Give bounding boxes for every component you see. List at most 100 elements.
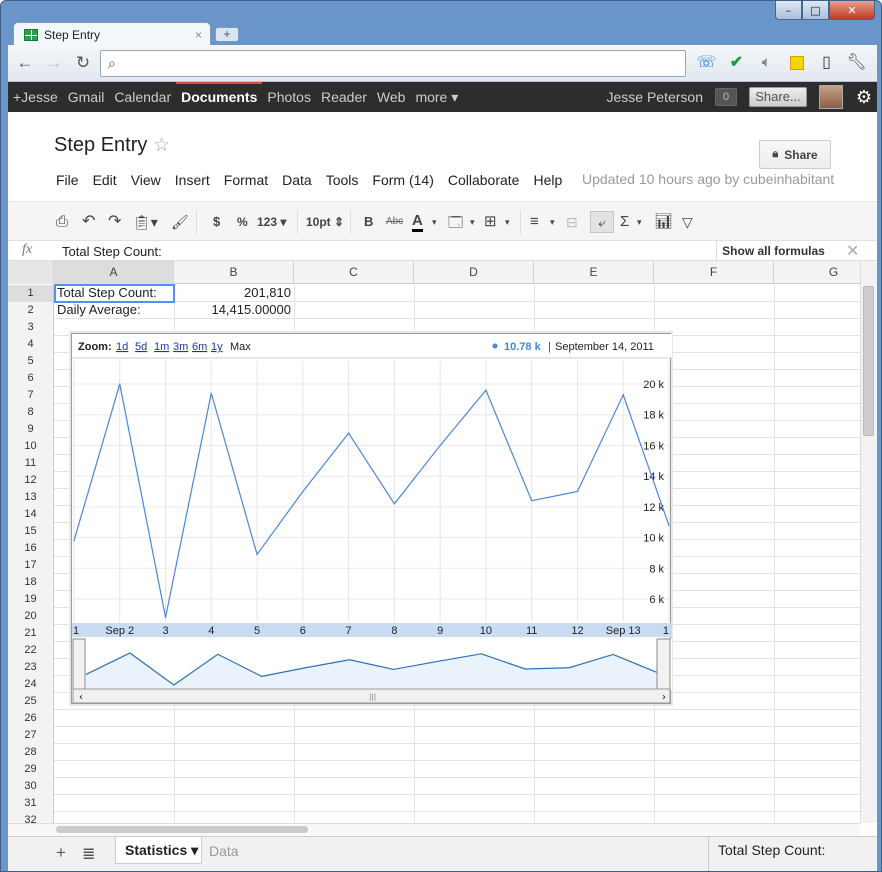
row-number[interactable]: 23	[8, 659, 54, 676]
note-extension-icon[interactable]	[785, 52, 808, 74]
row-number[interactable]: 5	[8, 353, 54, 370]
column-header[interactable]: F	[654, 261, 774, 284]
align-icon[interactable]: ≡	[530, 213, 539, 231]
zoom-option[interactable]: 3m	[173, 341, 188, 353]
add-sheet-icon[interactable]: +	[56, 843, 66, 863]
text-color-button[interactable]: A	[412, 213, 423, 232]
horizontal-scrollbar[interactable]	[8, 823, 860, 836]
back-arrow-icon[interactable]: ←	[13, 53, 37, 73]
cell-b1[interactable]: 201,810	[178, 285, 291, 301]
row-number[interactable]: 13	[8, 489, 54, 506]
checkmark-extension-icon[interactable]: ✔	[725, 52, 748, 74]
row-number[interactable]: 21	[8, 625, 54, 642]
row-number[interactable]: 15	[8, 523, 54, 540]
fill-color-dropdown-icon[interactable]: ▾	[470, 213, 475, 231]
gbar-link-photos[interactable]: Photos	[262, 82, 316, 112]
user-name[interactable]: Jesse Peterson	[607, 89, 704, 105]
reload-icon[interactable]: ↻	[71, 53, 95, 73]
zoom-option[interactable]: 1d	[116, 341, 128, 353]
row-number[interactable]: 4	[8, 336, 54, 353]
column-header[interactable]: A	[54, 261, 174, 284]
close-icon[interactable]: ✕	[846, 241, 859, 261]
column-header[interactable]: B	[174, 261, 294, 284]
row-number[interactable]: 31	[8, 795, 54, 812]
browser-tab[interactable]: Step Entry ×	[13, 22, 211, 46]
paint-format-icon[interactable]: 🖌︎	[171, 213, 189, 231]
sheet-list-icon[interactable]: ≣	[82, 844, 95, 864]
gbar-share-button[interactable]: Share...	[749, 87, 807, 107]
print-icon[interactable]: ⎙	[56, 213, 68, 231]
gbar-link-plus[interactable]: +Jesse	[8, 82, 63, 112]
row-number[interactable]: 3	[8, 319, 54, 336]
row-number[interactable]: 25	[8, 693, 54, 710]
selection-summary[interactable]: Total Step Count:	[708, 837, 877, 871]
row-number[interactable]: 27	[8, 727, 54, 744]
menu-form[interactable]: Form (14)	[365, 170, 440, 190]
row-number[interactable]: 20	[8, 608, 54, 625]
row-number[interactable]: 9	[8, 421, 54, 438]
gbar-link-reader[interactable]: Reader	[316, 82, 372, 112]
sheet-tab-statistics[interactable]: Statistics ▾	[115, 837, 202, 864]
page-title[interactable]: Step Entry	[54, 134, 147, 157]
row-number[interactable]: 22	[8, 642, 54, 659]
share-button[interactable]: 🔒︎ Share	[759, 140, 831, 169]
avatar[interactable]	[819, 85, 843, 109]
gear-icon[interactable]: ⚙	[851, 87, 877, 108]
column-header[interactable]: C	[294, 261, 414, 284]
menu-view[interactable]: View	[124, 170, 168, 190]
notification-count[interactable]: 0	[715, 88, 737, 106]
row-number[interactable]: 7	[8, 387, 54, 404]
gbar-link-web[interactable]: Web	[372, 82, 411, 112]
star-icon[interactable]: ☆	[153, 134, 170, 157]
formula-input[interactable]: Total Step Count:	[62, 244, 162, 259]
percent-button[interactable]: %	[237, 213, 248, 231]
sum-icon[interactable]: Σ	[620, 213, 629, 231]
vertical-scroll-thumb[interactable]	[863, 286, 874, 436]
omnibox[interactable]: ⌕	[100, 50, 686, 77]
embedded-chart[interactable]: Zoom: 1d 5d 1m 3m 6m 1y Max 10.78 k | September 14…	[71, 333, 672, 705]
sheet-tab-data[interactable]: Data	[209, 843, 239, 859]
row-number[interactable]: 14	[8, 506, 54, 523]
menu-edit[interactable]: Edit	[86, 170, 124, 190]
row-number[interactable]: 28	[8, 744, 54, 761]
phone-extension-icon[interactable]: ▯	[815, 52, 838, 74]
gbar-link-documents[interactable]: Documents	[176, 82, 263, 112]
menu-file[interactable]: File	[49, 170, 86, 190]
undo-icon[interactable]: ↶	[82, 213, 95, 231]
new-tab-button[interactable]: +	[215, 27, 239, 42]
menu-format[interactable]: Format	[217, 170, 275, 190]
text-color-dropdown-icon[interactable]: ▾	[432, 213, 437, 231]
merge-icon[interactable]: ⊟	[566, 213, 578, 231]
menu-tools[interactable]: Tools	[319, 170, 366, 190]
forward-arrow-icon[interactable]: →	[42, 53, 66, 73]
row-number[interactable]: 12	[8, 472, 54, 489]
row-number[interactable]: 18	[8, 574, 54, 591]
row-number[interactable]: 11	[8, 455, 54, 472]
row-number[interactable]: 32	[8, 812, 54, 823]
row-number[interactable]: 8	[8, 404, 54, 421]
paste-icon[interactable]: 📋︎▾	[133, 213, 158, 231]
horizontal-scroll-thumb[interactable]	[56, 826, 308, 833]
align-dropdown-icon[interactable]: ▾	[550, 213, 555, 231]
annotated-timeline-chart[interactable]: Zoom: 1d 5d 1m 3m 6m 1y Max 10.78 k | September 14…	[72, 334, 672, 705]
row-number[interactable]: 30	[8, 778, 54, 795]
menu-collaborate[interactable]: Collaborate	[441, 170, 527, 190]
close-window-button[interactable]: ✕	[829, 1, 875, 20]
speaker-extension-icon[interactable]: 🔈︎	[755, 52, 778, 74]
maximize-button[interactable]: □	[802, 1, 829, 20]
vertical-scrollbar[interactable]	[860, 261, 877, 823]
borders-dropdown-icon[interactable]: ▾	[505, 213, 510, 231]
zoom-option[interactable]: 1y	[211, 341, 223, 353]
row-number[interactable]: 10	[8, 438, 54, 455]
row-number[interactable]: 16	[8, 540, 54, 557]
zoom-option[interactable]: 1m	[154, 341, 169, 353]
row-number[interactable]: 24	[8, 676, 54, 693]
minimize-button[interactable]: –	[775, 1, 802, 20]
menu-insert[interactable]: Insert	[168, 170, 217, 190]
row-number[interactable]: 26	[8, 710, 54, 727]
cell-a2[interactable]: Daily Average:	[57, 302, 141, 318]
tab-close-icon[interactable]: ×	[195, 28, 202, 42]
row-number[interactable]: 1	[8, 285, 54, 302]
filter-icon[interactable]: ▽	[682, 213, 693, 231]
currency-button[interactable]: $	[213, 213, 220, 231]
